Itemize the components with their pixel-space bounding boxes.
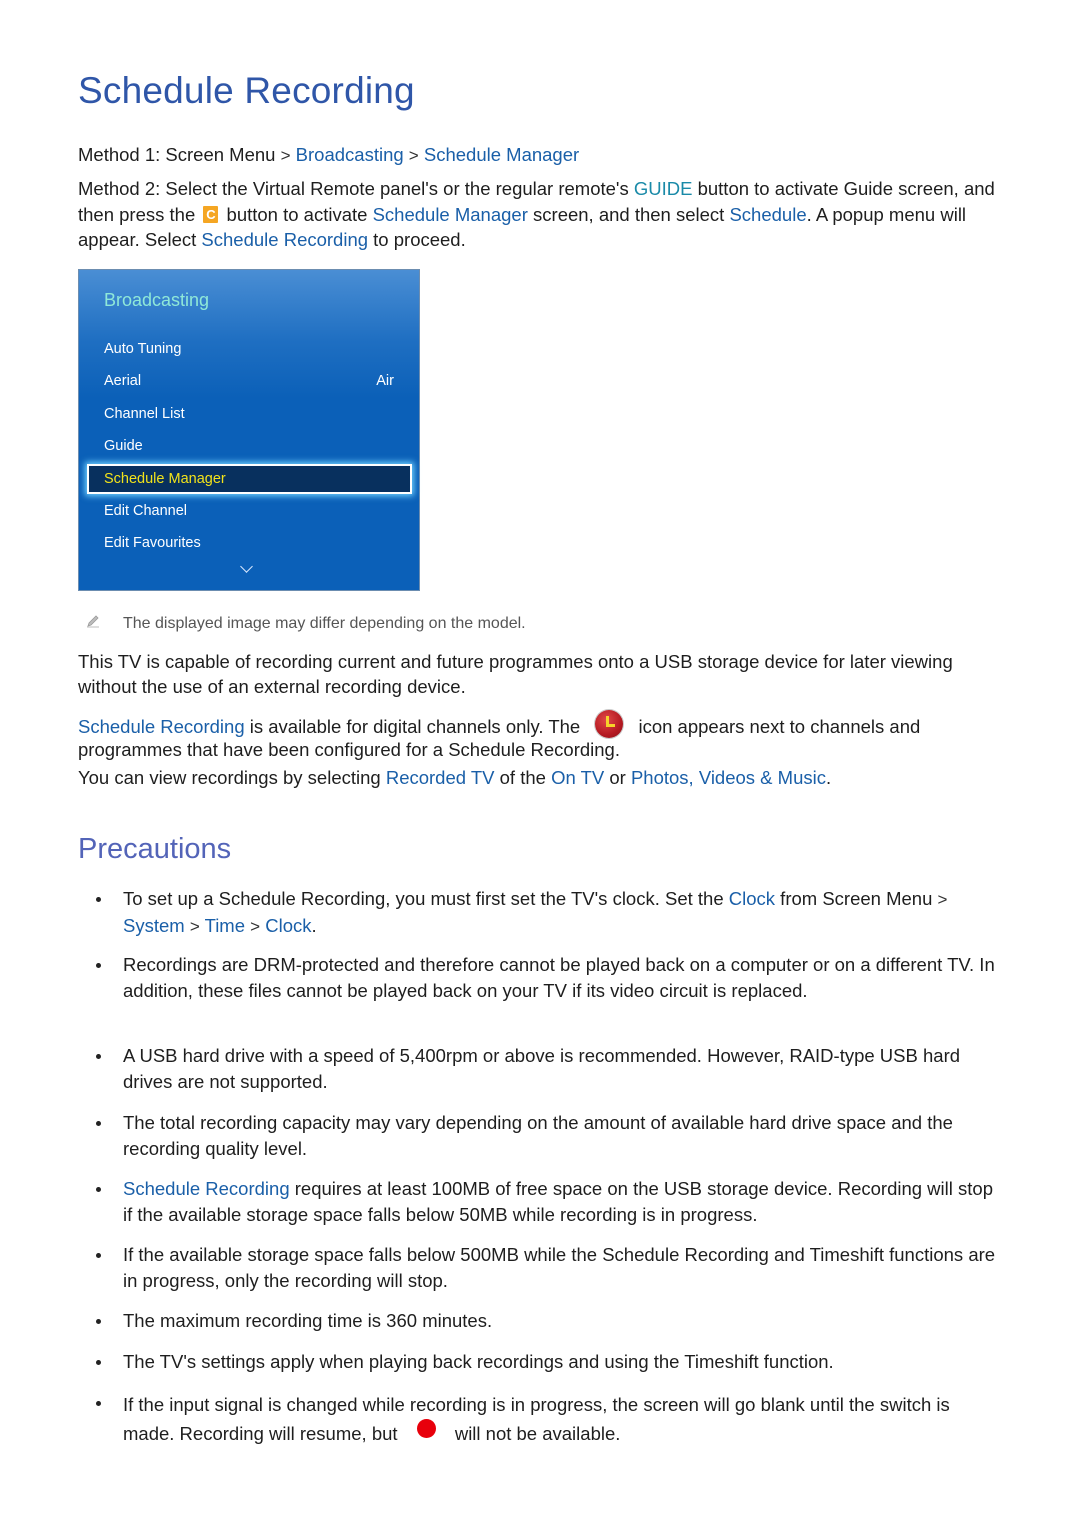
link-clock[interactable]: Clock bbox=[729, 888, 775, 909]
intro-paragraph: This TV is capable of recording current … bbox=[78, 651, 953, 697]
page-title: Schedule Recording bbox=[78, 70, 415, 111]
link-schedule-manager[interactable]: Schedule Manager bbox=[373, 204, 528, 225]
c-button-icon: C bbox=[203, 205, 219, 223]
availability-paragraph: Schedule Recording is available for digi… bbox=[78, 710, 998, 761]
link-broadcasting[interactable]: Broadcasting bbox=[296, 144, 404, 165]
menu-title: Broadcasting bbox=[104, 290, 210, 310]
list-item: The TV's settings apply when playing bac… bbox=[96, 1349, 998, 1375]
menu-item-value: Air bbox=[376, 373, 394, 389]
menu-item-auto-tuning[interactable]: Auto Tuning bbox=[104, 341, 394, 357]
menu-item-aerial[interactable]: Aerial Air bbox=[104, 373, 394, 389]
pencil-icon bbox=[87, 615, 99, 628]
menu-item-edit-channel[interactable]: Edit Channel bbox=[104, 503, 394, 519]
guide-button-ref[interactable]: GUIDE bbox=[634, 178, 693, 199]
method-2: Method 2: Select the Virtual Remote pane… bbox=[78, 178, 995, 250]
breadcrumb-separator: > bbox=[280, 146, 291, 165]
broadcasting-menu-screenshot: Broadcasting Auto Tuning Aerial Air Chan… bbox=[78, 269, 420, 591]
breadcrumb-separator: > bbox=[408, 146, 419, 165]
list-item: Recordings are DRM-protected and therefo… bbox=[96, 952, 998, 1003]
link-clock[interactable]: Clock bbox=[265, 915, 311, 936]
record-dot-icon bbox=[416, 1419, 436, 1438]
method-1: Method 1: Screen Menu > Broadcasting > S… bbox=[78, 144, 580, 165]
link-system[interactable]: System bbox=[123, 915, 185, 936]
chevron-down-icon[interactable] bbox=[240, 560, 253, 573]
view-recordings-paragraph: You can view recordings by selecting Rec… bbox=[78, 767, 832, 788]
list-item: If the input signal is changed while rec… bbox=[96, 1390, 998, 1448]
link-schedule-manager[interactable]: Schedule Manager bbox=[424, 144, 579, 165]
list-item: The total recording capacity may vary de… bbox=[96, 1110, 998, 1161]
menu-item-schedule-manager[interactable]: Schedule Manager bbox=[87, 464, 412, 494]
list-item: If the available storage space falls bel… bbox=[96, 1242, 998, 1293]
link-schedule-recording[interactable]: Schedule Recording bbox=[123, 1178, 290, 1199]
list-item: A USB hard drive with a speed of 5,400rp… bbox=[96, 1043, 998, 1094]
link-schedule[interactable]: Schedule bbox=[729, 204, 806, 225]
menu-item-channel-list[interactable]: Channel List bbox=[104, 406, 394, 422]
link-photos-videos-music[interactable]: Photos, Videos & Music bbox=[631, 767, 826, 788]
link-time[interactable]: Time bbox=[205, 915, 245, 936]
link-schedule-recording[interactable]: Schedule Recording bbox=[201, 229, 368, 250]
menu-item-edit-favourites[interactable]: Edit Favourites bbox=[104, 535, 394, 551]
link-on-tv[interactable]: On TV bbox=[551, 767, 604, 788]
schedule-recording-clock-icon bbox=[595, 710, 624, 738]
list-item: The maximum recording time is 360 minute… bbox=[96, 1308, 998, 1334]
link-schedule-recording[interactable]: Schedule Recording bbox=[78, 716, 245, 737]
precautions-heading: Precautions bbox=[78, 833, 232, 865]
link-recorded-tv[interactable]: Recorded TV bbox=[386, 767, 495, 788]
menu-item-guide[interactable]: Guide bbox=[104, 438, 394, 454]
list-item: To set up a Schedule Recording, you must… bbox=[96, 886, 998, 939]
list-item: Schedule Recording requires at least 100… bbox=[96, 1176, 998, 1227]
